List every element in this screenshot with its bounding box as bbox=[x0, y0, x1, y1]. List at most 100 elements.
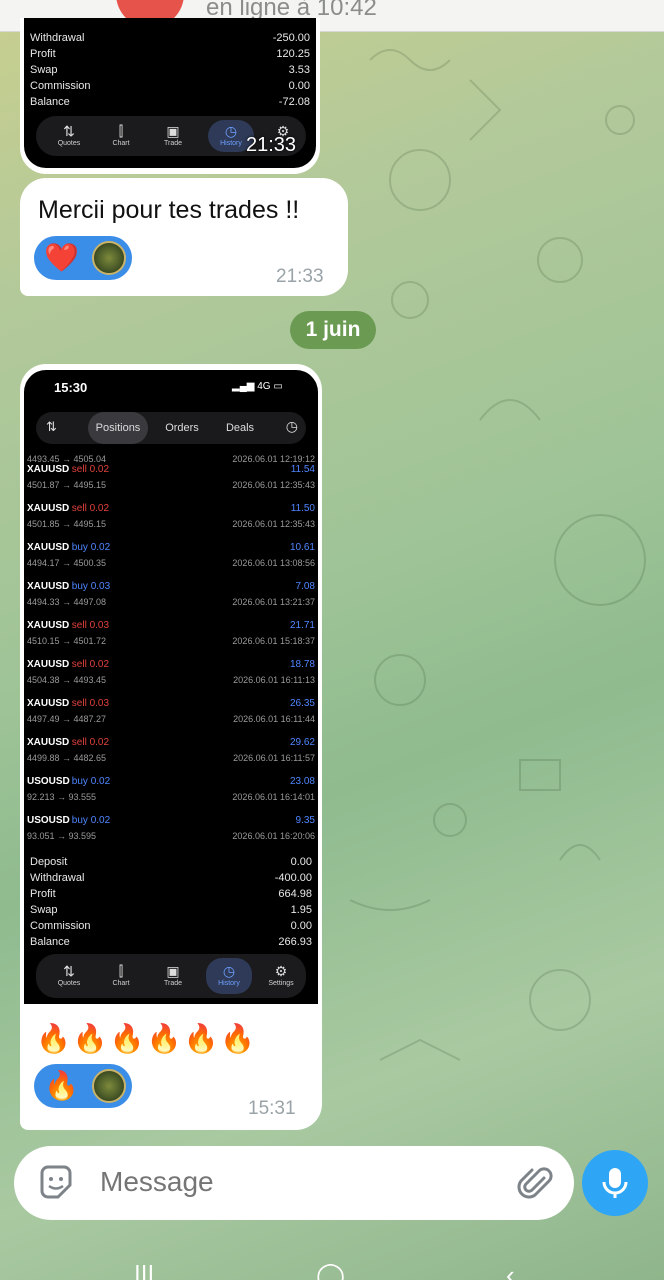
back-icon[interactable]: ‹ bbox=[506, 1260, 515, 1280]
voice-record-button[interactable] bbox=[582, 1150, 648, 1216]
message-composer bbox=[14, 1146, 574, 1220]
summary-row: Profit 120.25 bbox=[30, 48, 310, 60]
reaction-chip[interactable]: ❤️ bbox=[34, 236, 132, 280]
trade-direction: sell 0.02 bbox=[71, 737, 110, 748]
trade-prices: 4510.15 → 4501.72 bbox=[27, 636, 107, 646]
trade-symbol: XAUUSD bbox=[27, 698, 70, 709]
summary-row: Withdrawal -250.00 bbox=[30, 32, 310, 44]
message-time: 21:33 bbox=[276, 266, 324, 287]
caption-text: 🔥🔥🔥🔥🔥🔥 bbox=[36, 1023, 258, 1054]
arrows-updown-icon: ⇅ bbox=[63, 123, 75, 139]
nav-quotes: ⇅ Quotes bbox=[44, 962, 94, 987]
phone-time: 15:30 bbox=[54, 380, 88, 395]
trade-profit: 11.54 bbox=[290, 464, 315, 475]
trade-symbol: USOUSD bbox=[27, 776, 70, 787]
trade-direction: sell 0.02 bbox=[71, 503, 110, 514]
trade-date: 2026.06.01 16:11:57 bbox=[233, 753, 315, 763]
trade-row: XAUUSD sell 0.02 29.62 4499.88 → 4482.65 202… bbox=[27, 733, 315, 772]
summary-row: Swap 3.53 bbox=[30, 64, 310, 76]
trade-prices: 4497.49 → 4487.27 bbox=[27, 714, 107, 724]
trade-direction: sell 0.02 bbox=[71, 659, 110, 670]
clock-icon: ◷ bbox=[285, 418, 298, 434]
date-separator: 1 juin bbox=[290, 311, 376, 349]
trade-row: XAUUSD buy 0.02 10.61 4494.17 → 4500.35 2026… bbox=[27, 538, 315, 577]
trade-direction: buy 0.03 bbox=[71, 581, 111, 592]
image-message[interactable]: 15:30 ▂▄▆ 4G ▭ ⇅ Positions Orders Deals … bbox=[20, 364, 322, 1130]
trade-direction: buy 0.02 bbox=[71, 776, 111, 787]
heart-icon: ❤️ bbox=[44, 242, 79, 273]
message-text: Mercii pour tes trades !! bbox=[38, 196, 300, 224]
summary-row: Commission 0.00 bbox=[30, 80, 310, 92]
trade-date: 2026.06.01 12:35:43 bbox=[232, 519, 315, 529]
trade-symbol: XAUUSD bbox=[27, 581, 70, 592]
trade-prices: 4494.33 → 4497.08 bbox=[27, 597, 107, 607]
nav-history: ◷ History bbox=[204, 962, 254, 987]
nav-trade: ▣ Trade bbox=[148, 962, 198, 987]
trade-prices: 92.213 → 93.555 bbox=[27, 792, 97, 802]
trade-prices: 4501.87 → 4495.15 bbox=[27, 480, 107, 490]
summary-row: Profit 664.98 bbox=[30, 888, 312, 900]
trade-prices: 4504.38 → 4493.45 bbox=[27, 675, 107, 685]
trade-profit: 23.08 bbox=[289, 776, 315, 787]
trade-prices: 93.051 → 93.595 bbox=[27, 831, 97, 841]
trade-date: 2026.06.01 16:11:44 bbox=[233, 714, 315, 724]
signal-label: ▂▄▆ 4G ▭ bbox=[232, 381, 283, 392]
sort-icon: ⇅ bbox=[46, 419, 57, 434]
chart-trade-icon: ▣ bbox=[166, 963, 180, 979]
trade-date: 2026.06.01 16:14:01 bbox=[232, 792, 315, 802]
trade-row: XAUUSD sell 0.03 21.71 4510.15 → 4501.72 202… bbox=[27, 616, 315, 655]
fire-icon: 🔥 bbox=[44, 1070, 79, 1101]
summary-row: Withdrawal -400.00 bbox=[30, 872, 312, 884]
nav-chart: ⫿ Chart bbox=[96, 122, 146, 147]
trade-date: 2026.06.01 16:20:06 bbox=[232, 831, 315, 841]
trade-row: XAUUSD sell 0.02 11.50 4501.85 → 4495.15 202… bbox=[27, 499, 315, 538]
trade-symbol: XAUUSD bbox=[27, 737, 70, 748]
trade-profit: 9.35 bbox=[295, 815, 315, 826]
trade-direction: sell 0.02 bbox=[71, 464, 110, 475]
message-time: 21:33 bbox=[246, 134, 297, 156]
trade-date: 2026.06.01 12:35:43 bbox=[232, 480, 315, 490]
trade-direction: sell 0.03 bbox=[71, 620, 110, 631]
summary-row: Commission 0.00 bbox=[30, 920, 312, 932]
candles-icon: ⫿ bbox=[118, 963, 124, 979]
trade-row: XAUUSD sell 0.02 11.54 4501.87 → 4495.15 202… bbox=[27, 460, 315, 499]
trade-prices: 4501.85 → 4495.15 bbox=[27, 519, 107, 529]
paperclip-icon[interactable] bbox=[516, 1164, 556, 1204]
sticker-icon[interactable] bbox=[36, 1163, 76, 1203]
trade-date: 2026.06.01 15:18:37 bbox=[232, 636, 315, 646]
trading-app-screenshot: 15:30 ▂▄▆ 4G ▭ ⇅ Positions Orders Deals … bbox=[24, 370, 318, 1004]
phone-status-bar: 15:30 ▂▄▆ 4G ▭ bbox=[24, 370, 318, 402]
trade-date: 2026.06.01 16:11:13 bbox=[233, 675, 315, 685]
gear-icon: ⚙ bbox=[274, 963, 288, 979]
trade-profit: 10.61 bbox=[289, 542, 315, 553]
text-message[interactable]: Mercii pour tes trades !! ❤️ 21:33 bbox=[20, 178, 348, 296]
trade-row: XAUUSD buy 0.03 7.08 4494.33 → 4497.08 2026.… bbox=[27, 577, 315, 616]
nav-quotes: ⇅ Quotes bbox=[44, 122, 94, 147]
trade-symbol: XAUUSD bbox=[27, 503, 70, 514]
trade-symbol: XAUUSD bbox=[27, 620, 70, 631]
home-icon[interactable]: ◯ bbox=[316, 1260, 345, 1280]
trade-date: 2026.06.01 13:21:37 bbox=[232, 597, 315, 607]
trade-profit: 21.71 bbox=[289, 620, 315, 631]
system-navigation: ||| ◯ ‹ bbox=[0, 1240, 664, 1280]
image-message[interactable]: Withdrawal -250.00 Profit 120.25 Swap 3.53 … bbox=[20, 18, 320, 174]
history-clock-icon: ◷ bbox=[222, 963, 236, 979]
trade-row: XAUUSD sell 0.02 18.78 4504.38 → 4493.45 202… bbox=[27, 655, 315, 694]
trade-profit: 18.78 bbox=[289, 659, 315, 670]
reactor-avatar bbox=[92, 1069, 126, 1103]
trade-row: XAUUSD sell 0.03 26.35 4497.49 → 4487.27 202… bbox=[27, 694, 315, 733]
reaction-chip[interactable]: 🔥 bbox=[34, 1064, 132, 1108]
trade-date: 2026.06.01 13:08:56 bbox=[232, 558, 315, 568]
summary-row: Swap 1.95 bbox=[30, 904, 312, 916]
trade-row: USOUSD buy 0.02 23.08 92.213 → 93.555 2026.0… bbox=[27, 772, 315, 811]
summary-row: Balance 266.93 bbox=[30, 936, 312, 948]
trade-direction: buy 0.02 bbox=[71, 542, 111, 553]
trade-direction: sell 0.03 bbox=[71, 698, 110, 709]
trade-symbol: XAUUSD bbox=[27, 464, 70, 475]
message-input[interactable] bbox=[100, 1166, 480, 1198]
trade-profit: 26.35 bbox=[289, 698, 315, 709]
summary-row: Balance -72.08 bbox=[30, 96, 310, 108]
trading-app-screenshot: Withdrawal -250.00 Profit 120.25 Swap 3.53 … bbox=[24, 18, 316, 168]
recents-icon[interactable]: ||| bbox=[134, 1260, 154, 1280]
trade-symbol: USOUSD bbox=[27, 815, 70, 826]
